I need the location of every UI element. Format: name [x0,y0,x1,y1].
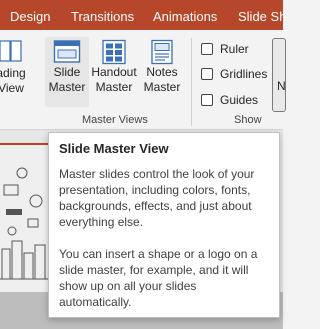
gridlines-checkbox[interactable]: Gridlines [201,67,267,81]
notes-button-partial[interactable]: N [272,38,286,112]
tab-transitions[interactable]: Transitions [71,9,134,24]
reading-view-icon [0,40,22,62]
tooltip-paragraph-2: You can insert a shape or a logo on a sl… [59,247,258,309]
show-group-label: Show [234,114,262,126]
slide-master-button[interactable]: Slide Master [45,37,89,107]
reading-view-label-2: View [0,81,24,95]
tooltip-title: Slide Master View [59,141,169,156]
notes-master-label-2: Master [143,80,181,94]
guides-checkbox-box[interactable] [201,94,213,106]
master-views-group-label: Master Views [82,114,148,126]
slide-master-label-2: Master [48,80,86,94]
reading-view-label-1: ading [0,66,26,80]
guides-checkbox[interactable]: Guides [201,93,258,107]
slide-master-icon [53,40,81,63]
gridlines-label: Gridlines [220,67,268,81]
tab-design[interactable]: Design [10,9,50,24]
handout-master-button[interactable]: Handout Master [89,39,139,95]
tab-slide-show[interactable]: Slide Sh [238,9,286,24]
tab-animations[interactable]: Animations [153,9,217,24]
ribbon-tab-bar: Design Transitions Animations Slide Sh [0,0,286,30]
slide-master-label-1: Slide [53,65,81,79]
notes-master-label-1: Notes [146,65,178,79]
tooltip-paragraph-1: Master slides control the look of your p… [59,167,255,229]
ruler-checkbox[interactable]: Ruler [201,42,249,56]
notes-button-partial-label: N [277,79,286,93]
ruler-checkbox-box[interactable] [201,43,213,55]
handout-master-label-1: Handout [91,65,137,79]
reading-view-button[interactable]: ading View [0,38,28,96]
handout-master-label-2: Master [95,80,133,94]
notes-master-icon [151,39,173,65]
slide-master-tooltip: Slide Master View Master slides control … [48,132,280,318]
notes-master-button[interactable]: Notes Master [140,39,184,95]
handout-master-icon [102,39,126,65]
ruler-label: Ruler [220,42,249,56]
guides-label: Guides [220,93,259,107]
gridlines-checkbox-box[interactable] [201,68,213,80]
group-separator [191,38,192,126]
